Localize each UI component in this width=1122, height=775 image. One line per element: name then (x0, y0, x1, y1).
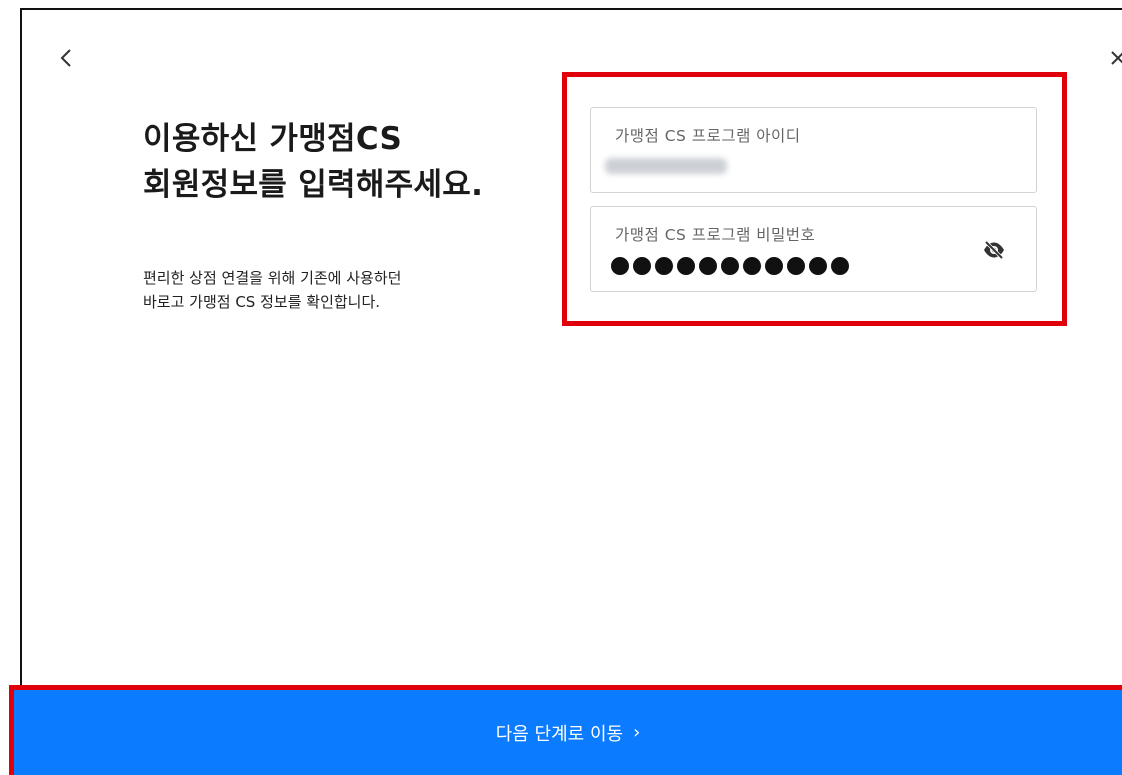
chevron-right-icon: › (633, 722, 641, 743)
password-dot (699, 257, 717, 275)
back-button[interactable] (54, 44, 78, 72)
password-dot (721, 257, 739, 275)
password-dot (611, 257, 629, 275)
cs-id-field[interactable]: 가맹점 CS 프로그램 아이디 (590, 107, 1037, 193)
description: 편리한 상점 연결을 위해 기존에 사용하던 바로고 가맹점 CS 정보를 확인… (143, 266, 401, 314)
close-button[interactable] (1106, 44, 1122, 72)
password-dot (831, 257, 849, 275)
password-visibility-toggle[interactable] (983, 241, 1005, 259)
password-dot (787, 257, 805, 275)
password-dot (633, 257, 651, 275)
cs-id-label: 가맹점 CS 프로그램 아이디 (615, 127, 801, 145)
next-step-label: 다음 단계로 이동 (495, 723, 624, 745)
page-title: 이용하신 가맹점CS 회원정보를 입력해주세요. (143, 116, 483, 208)
description-line-1: 편리한 상점 연결을 위해 기존에 사용하던 (143, 269, 402, 287)
password-dot (743, 257, 761, 275)
password-dot (765, 257, 783, 275)
password-dot (677, 257, 695, 275)
title-line-2: 회원정보를 입력해주세요. (143, 167, 484, 203)
cs-password-field[interactable]: 가맹점 CS 프로그램 비밀번호 ●●●●●●●●●●● (590, 206, 1037, 292)
eye-slash-icon (984, 241, 1004, 259)
cs-password-dots (611, 255, 849, 277)
title-line-1: 이용하신 가맹점CS (143, 121, 403, 157)
password-dot (655, 257, 673, 275)
next-step-button[interactable]: 다음 단계로 이동 › (14, 690, 1122, 775)
password-dot (809, 257, 827, 275)
cs-id-value-blurred (605, 158, 727, 174)
chevron-left-icon (60, 49, 71, 67)
description-line-2: 바로고 가맹점 CS 정보를 확인합니다. (143, 293, 381, 311)
close-icon (1111, 51, 1122, 65)
cs-password-label: 가맹점 CS 프로그램 비밀번호 (615, 226, 816, 244)
